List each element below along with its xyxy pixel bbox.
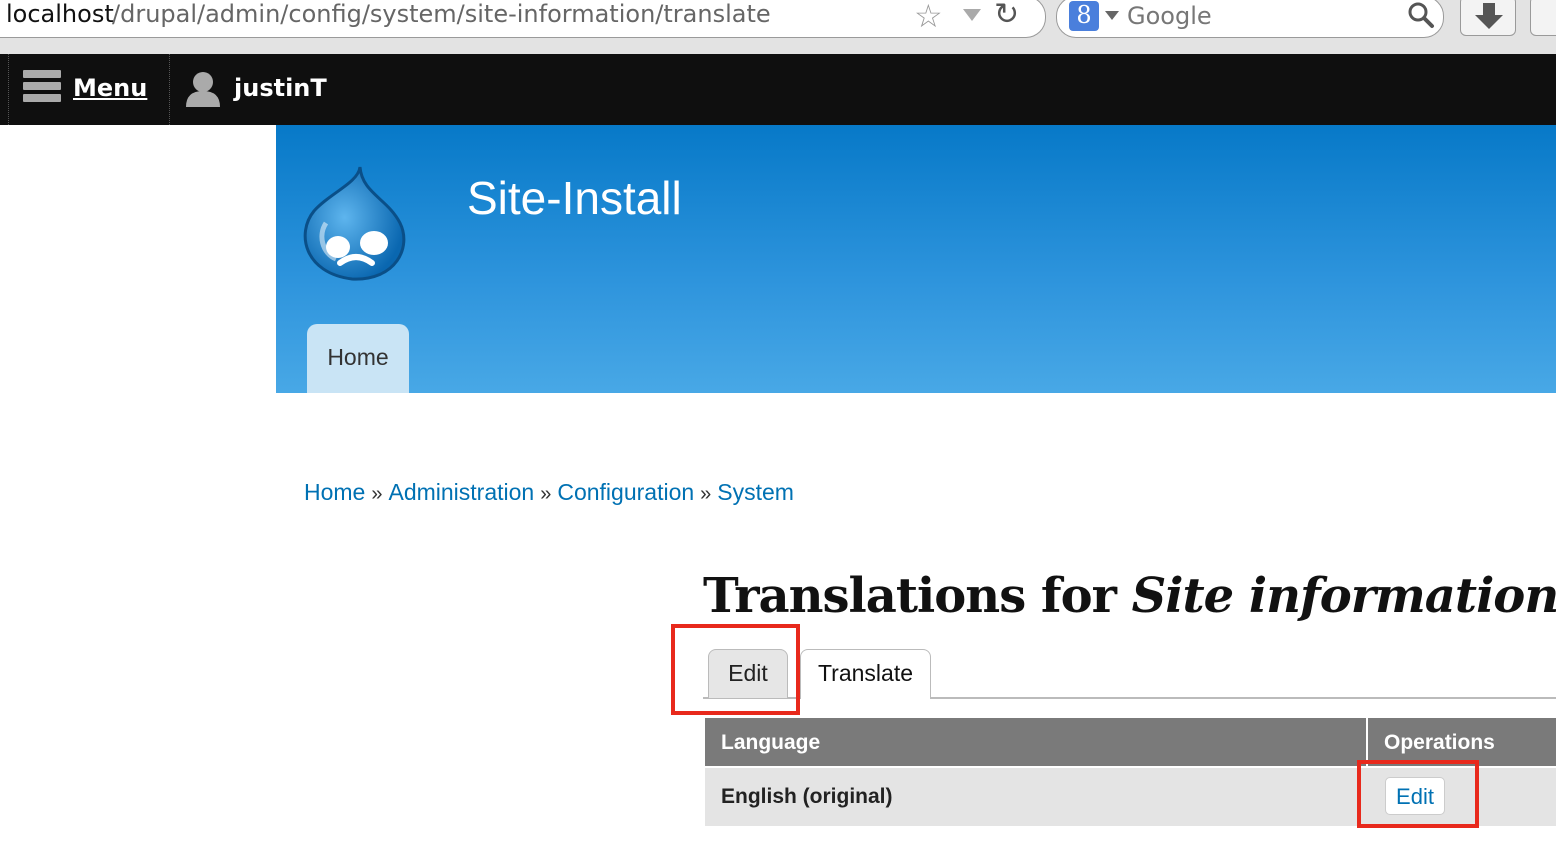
site-name[interactable]: Site-Install [467, 171, 682, 225]
extra-toolbar-button[interactable] [1530, 0, 1556, 36]
toolbar-menu-label[interactable]: Menu [73, 74, 147, 102]
search-bar[interactable]: 8 Google [1056, 0, 1444, 38]
breadcrumb-separator: » [371, 483, 383, 505]
breadcrumb-separator: » [540, 483, 552, 505]
address-bar[interactable]: localhost /drupal/admin/config/system/si… [0, 0, 1046, 38]
site-header: Site-Install Home [276, 125, 1556, 393]
page-title-prefix: Translations for [703, 568, 1132, 624]
toolbar-user-label[interactable]: justinT [234, 74, 327, 102]
column-header-operations: Operations [1384, 731, 1495, 754]
breadcrumb-configuration[interactable]: Configuration [557, 479, 694, 505]
breadcrumb: Home» Administration» Configuration» System [304, 479, 794, 506]
highlight-box-edit-tab [671, 624, 800, 715]
breadcrumb-separator: » [700, 483, 712, 505]
table-header-row: Language Operations [705, 718, 1556, 766]
url-host: localhost [6, 0, 114, 28]
url-path: /drupal/admin/config/system/site-informa… [112, 0, 771, 28]
tab-translate[interactable]: Translate [800, 649, 931, 699]
admin-toolbar: Menu justinT [0, 54, 1556, 125]
breadcrumb-administration[interactable]: Administration [388, 479, 534, 505]
row-language: English (original) [721, 785, 893, 808]
search-engine-label: Google [1127, 2, 1212, 30]
toolbar-menu-item[interactable]: Menu [8, 54, 170, 125]
browser-chrome: localhost /drupal/admin/config/system/si… [0, 0, 1556, 54]
search-caret-icon[interactable] [1105, 11, 1119, 20]
column-divider [1366, 718, 1368, 766]
drupal-logo-icon[interactable] [300, 163, 408, 283]
tab-translate-label: Translate [817, 660, 914, 686]
page-title-emphasis: Site information [1131, 568, 1556, 624]
user-icon [186, 72, 220, 107]
breadcrumb-home[interactable]: Home [304, 479, 365, 505]
dropdown-arrow-icon[interactable] [963, 9, 981, 21]
search-magnifier-icon[interactable] [1407, 1, 1435, 29]
tab-home-label: Home [327, 344, 389, 370]
hamburger-icon [23, 70, 61, 108]
download-icon [1475, 3, 1503, 29]
breadcrumb-system[interactable]: System [717, 479, 794, 505]
highlight-box-row-edit [1357, 760, 1479, 828]
google-g-icon[interactable]: 8 [1069, 1, 1099, 31]
reload-icon[interactable]: ↻ [994, 0, 1019, 32]
download-button[interactable] [1460, 0, 1516, 36]
column-header-language: Language [721, 731, 821, 754]
star-icon[interactable]: ☆ [914, 0, 943, 35]
page-title: Translations for Site information [703, 568, 1556, 624]
tab-home[interactable]: Home [307, 324, 409, 393]
